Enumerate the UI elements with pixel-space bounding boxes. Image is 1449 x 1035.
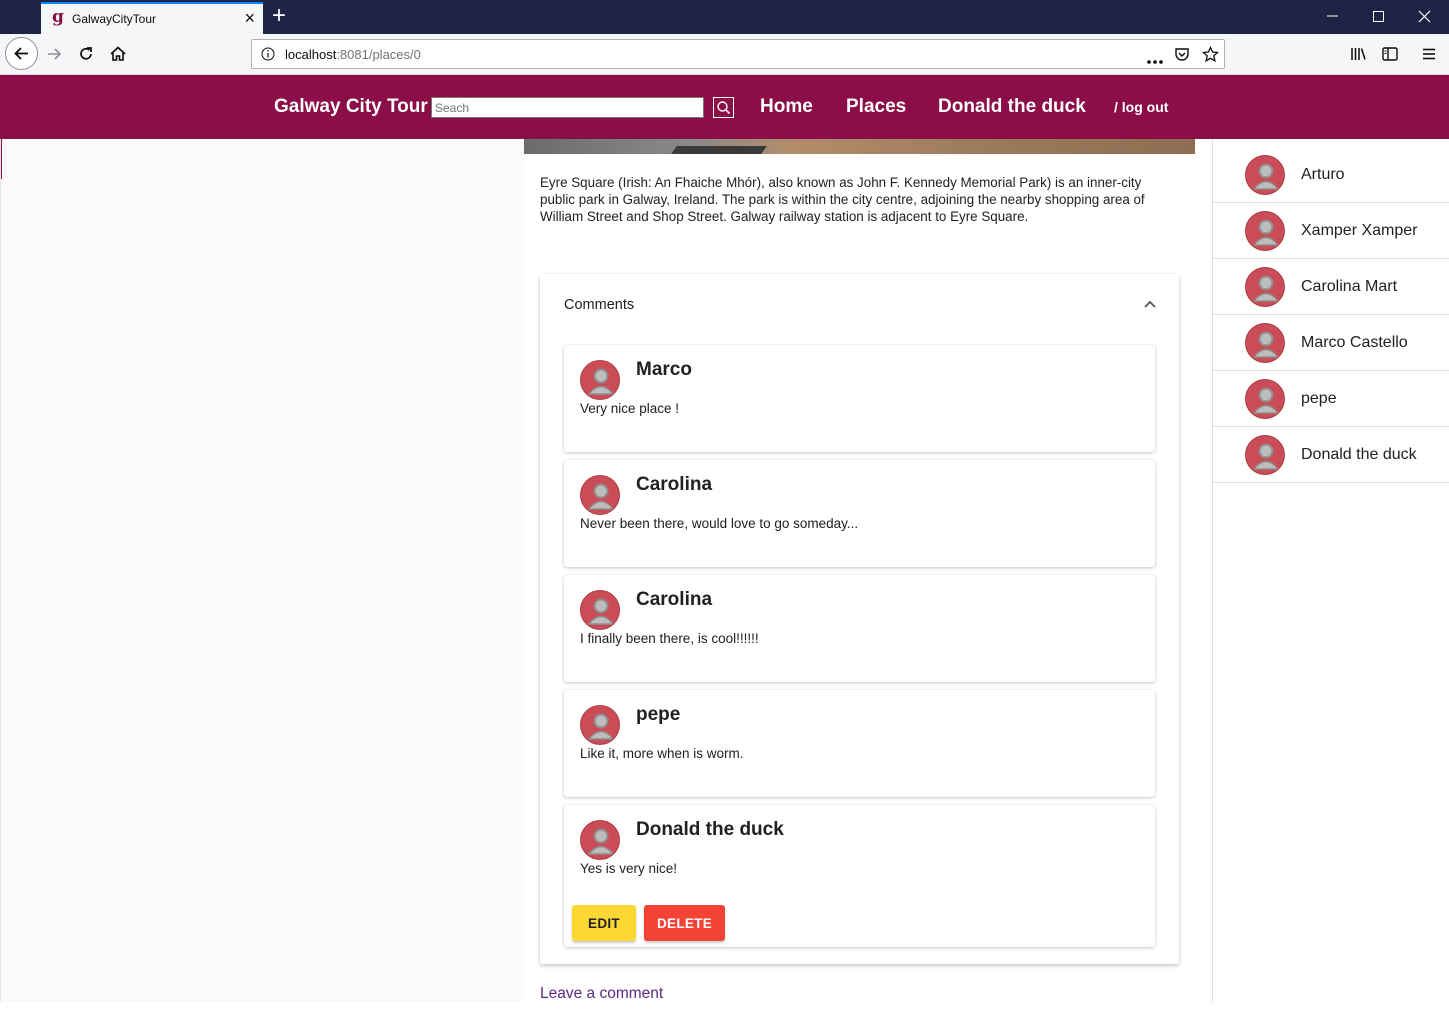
favicon-icon: g <box>52 7 64 27</box>
comment-author: Carolina <box>636 589 713 610</box>
user-name: Xamper Xamper <box>1301 222 1418 239</box>
comment-author: Carolina <box>636 474 713 495</box>
browser-tab[interactable]: g GalwayCityTour × <box>41 2 263 34</box>
tab-title: GalwayCityTour <box>72 12 157 26</box>
avatar <box>1245 379 1285 419</box>
left-pane <box>0 139 524 1002</box>
page-bottom <box>0 1002 1449 1035</box>
sidebar-icon[interactable] <box>1381 45 1399 63</box>
address-bar[interactable]: localhost:8081/places/0 <box>251 39 1225 69</box>
url-text: localhost:8081/places/0 <box>285 47 421 62</box>
comment-text: Never been there, would love to go somed… <box>580 516 859 531</box>
avatar <box>580 705 620 745</box>
user-list-item[interactable]: pepe <box>1213 371 1449 427</box>
avatar <box>1245 267 1285 307</box>
comment-text: Yes is very nice! <box>580 861 678 876</box>
logout-link[interactable]: / log out <box>1114 99 1168 115</box>
comments-panel: Comments Marco Very nice place ! Carolin… <box>540 274 1179 964</box>
avatar <box>1245 323 1285 363</box>
avatar <box>580 590 620 630</box>
close-window-icon[interactable] <box>1418 6 1432 32</box>
reload-icon[interactable] <box>77 45 95 63</box>
brand-title[interactable]: Galway City Tour <box>274 96 428 118</box>
avatar <box>1245 155 1285 195</box>
pocket-icon[interactable] <box>1174 46 1190 67</box>
comment-card: pepe Like it, more when is worm. <box>564 690 1155 797</box>
forward-icon[interactable] <box>45 45 63 63</box>
avatar <box>580 820 620 860</box>
browser-toolbar: localhost:8081/places/0 <box>0 34 1449 75</box>
comment-author: Donald the duck <box>636 819 784 840</box>
user-list-item[interactable]: Arturo <box>1213 147 1449 203</box>
search-button[interactable] <box>713 97 734 118</box>
browser-titlebar: g GalwayCityTour × + <box>0 0 1449 34</box>
edit-comment-button[interactable]: EDIT <box>572 905 636 941</box>
delete-comment-button[interactable]: DELETE <box>644 905 725 941</box>
nav-places[interactable]: Places <box>846 96 906 118</box>
comment-card-own: Donald the duck Yes is very nice! EDIT D… <box>564 805 1155 947</box>
nav-home[interactable]: Home <box>760 96 813 118</box>
user-name: Arturo <box>1301 166 1345 183</box>
user-list-item[interactable]: Donald the duck <box>1213 427 1449 483</box>
home-icon[interactable] <box>109 45 127 63</box>
new-tab-icon[interactable]: + <box>272 4 286 28</box>
search-icon <box>717 101 731 115</box>
place-description: Eyre Square (Irish: An Fhaiche Mhór), al… <box>540 175 1145 224</box>
user-name: pepe <box>1301 390 1337 407</box>
app-header: Galway City Tour Home Places Donald the … <box>0 75 1449 139</box>
place-image <box>524 139 1195 154</box>
comment-text: Like it, more when is worm. <box>580 746 744 761</box>
comment-author: pepe <box>636 704 681 725</box>
user-list-item[interactable]: Xamper Xamper <box>1213 203 1449 259</box>
user-name: Marco Castello <box>1301 334 1408 351</box>
minimize-icon[interactable] <box>1326 6 1340 32</box>
chevron-up-icon[interactable] <box>1143 296 1157 314</box>
place-card: Eyre Square (Irish: An Fhaiche Mhór), al… <box>524 139 1195 1002</box>
user-name: Carolina Mart <box>1301 278 1398 295</box>
maximize-icon[interactable] <box>1372 6 1386 32</box>
page-actions-icon[interactable] <box>1146 52 1164 70</box>
menu-icon[interactable] <box>1420 45 1438 63</box>
avatar <box>1245 435 1285 475</box>
bookmark-star-icon[interactable] <box>1201 45 1220 68</box>
comment-text: I finally been there, is cool!!!!!! <box>580 631 759 646</box>
leave-comment-link[interactable]: Leave a comment <box>540 985 663 1003</box>
comment-card: Carolina I finally been there, is cool!!… <box>564 575 1155 682</box>
nav-user-profile[interactable]: Donald the duck <box>938 96 1086 118</box>
info-icon[interactable] <box>261 47 275 66</box>
back-button[interactable] <box>5 37 38 70</box>
close-tab-icon[interactable]: × <box>244 9 255 27</box>
search-input[interactable] <box>431 97 704 118</box>
user-name: Donald the duck <box>1301 446 1417 463</box>
avatar <box>1245 211 1285 251</box>
comment-card: Carolina Never been there, would love to… <box>564 460 1155 567</box>
comment-card: Marco Very nice place ! <box>564 345 1155 452</box>
user-list-item[interactable]: Marco Castello <box>1213 315 1449 371</box>
user-list-item[interactable]: Carolina Mart <box>1213 259 1449 315</box>
comments-title[interactable]: Comments <box>564 297 634 313</box>
library-icon[interactable] <box>1349 45 1367 63</box>
avatar <box>580 360 620 400</box>
comment-author: Marco <box>636 359 692 380</box>
comment-text: Very nice place ! <box>580 401 680 416</box>
user-list: Arturo Xamper Xamper Carolina Mart Marco… <box>1213 147 1449 483</box>
avatar <box>580 475 620 515</box>
